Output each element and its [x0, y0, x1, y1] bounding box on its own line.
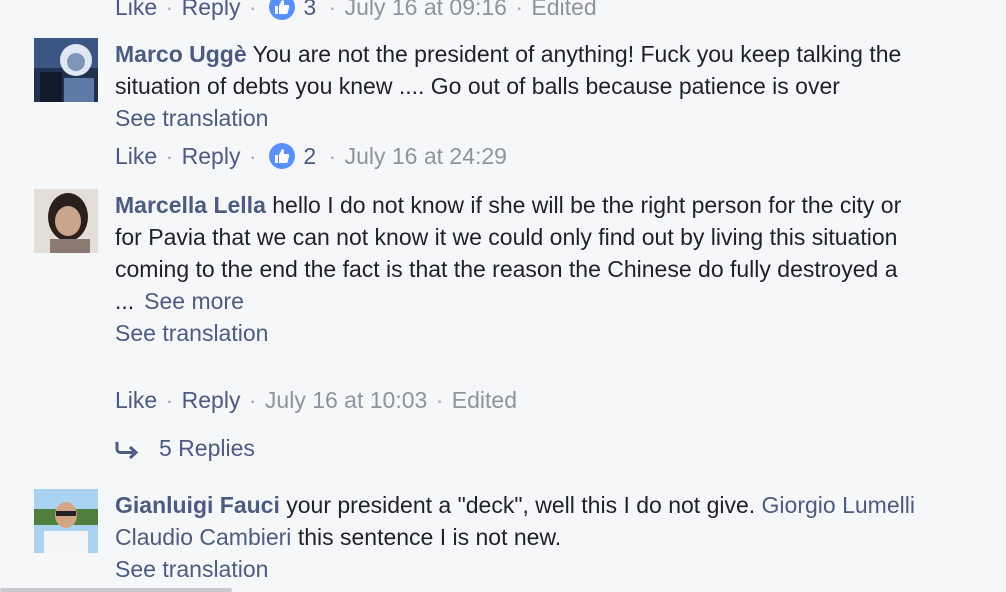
like-link[interactable]: Like	[115, 0, 157, 20]
comment-text: You are not the president of anything! F…	[252, 41, 902, 67]
horizontal-scrollbar[interactable]	[0, 588, 232, 592]
comment-timestamp[interactable]: July 16 at 10:03	[265, 387, 427, 413]
reply-link[interactable]: Reply	[182, 387, 241, 413]
replies-count-label[interactable]: 5 Replies	[159, 435, 255, 461]
comment-timestamp[interactable]: July 16 at 24:29	[345, 143, 507, 169]
like-count[interactable]: 3	[303, 0, 316, 20]
comment-text: for Pavia that we can not know it we cou…	[115, 224, 898, 250]
separator: ·	[248, 0, 257, 20]
separator: ·	[435, 387, 444, 413]
separator: ·	[165, 143, 174, 169]
comment-text: situation of debts you knew .... Go out …	[115, 73, 840, 99]
like-count[interactable]: 2	[303, 143, 316, 169]
like-link[interactable]: Like	[115, 143, 157, 169]
view-replies-link[interactable]: 5 Replies	[115, 432, 255, 464]
separator: ·	[515, 0, 524, 20]
comment-text: coming to the end the fact is that the r…	[115, 256, 898, 282]
see-translation-link[interactable]: See translation	[115, 553, 915, 585]
separator: ·	[248, 143, 257, 169]
see-more-link[interactable]: See more	[144, 288, 244, 314]
comment-text: your president a "deck", well this I do …	[286, 492, 756, 518]
comment-author[interactable]: Marcella Lella	[115, 192, 266, 218]
separator: ·	[328, 143, 337, 169]
comment-author[interactable]: Marco Uggè	[115, 41, 247, 67]
separator: ·	[248, 387, 257, 413]
avatar[interactable]	[34, 189, 98, 253]
comment-actions-top: Like · Reply · 3 · July 16 at 09:16 · Ed…	[115, 0, 597, 23]
comment-body: Marcella Lella hello I do not know if sh…	[115, 189, 901, 349]
comment-text: hello I do not know if she will be the r…	[272, 192, 902, 218]
like-link[interactable]: Like	[115, 387, 157, 413]
edited-label[interactable]: Edited	[452, 387, 517, 413]
separator: ·	[165, 387, 174, 413]
mention-link[interactable]: Giorgio Lumelli	[762, 492, 915, 518]
comment-body: Marco Uggè You are not the president of …	[115, 38, 901, 134]
see-translation-link[interactable]: See translation	[115, 317, 901, 349]
separator: ·	[165, 0, 174, 20]
avatar[interactable]	[34, 38, 98, 102]
like-icon	[268, 143, 295, 169]
avatar[interactable]	[34, 489, 98, 553]
comment-body: Gianluigi Fauci your president a "deck",…	[115, 489, 915, 585]
reply-link[interactable]: Reply	[182, 143, 241, 169]
separator: ·	[328, 0, 337, 20]
comment-author[interactable]: Gianluigi Fauci	[115, 492, 280, 518]
comment-text: this sentence I is not new.	[297, 524, 562, 550]
like-icon	[268, 0, 295, 20]
see-translation-link[interactable]: See translation	[115, 102, 901, 134]
comment-actions: Like · Reply · 2 · July 16 at 24:29	[115, 140, 507, 172]
comment-actions: Like · Reply · July 16 at 10:03 · Edited	[115, 384, 517, 416]
comment-text: ...	[115, 288, 135, 314]
comment-timestamp[interactable]: July 16 at 09:16	[345, 0, 507, 20]
reply-link[interactable]: Reply	[182, 0, 241, 20]
mention-link[interactable]: Claudio Cambieri	[115, 524, 291, 550]
reply-arrow-icon	[115, 442, 139, 460]
edited-label[interactable]: Edited	[531, 0, 596, 20]
